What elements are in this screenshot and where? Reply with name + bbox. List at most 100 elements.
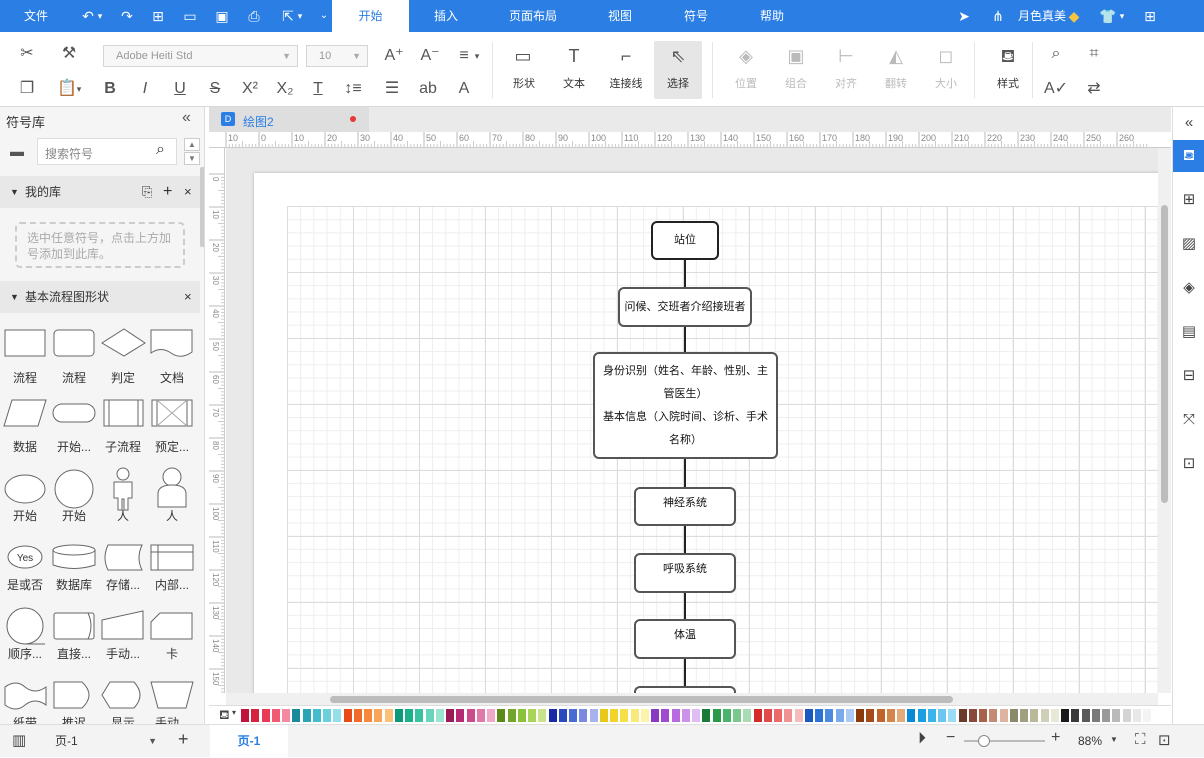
- color-swatch[interactable]: [1030, 709, 1039, 722]
- vertical-scrollbar[interactable]: [1158, 148, 1171, 693]
- manual-operation-shape[interactable]: [150, 681, 194, 709]
- undo-dropdown-icon[interactable]: ▾: [94, 6, 106, 26]
- color-swatch[interactable]: [487, 709, 495, 722]
- shape-button-label[interactable]: 形状: [499, 75, 549, 91]
- color-swatch[interactable]: [497, 709, 506, 722]
- tab-symbol[interactable]: 符号: [674, 0, 718, 32]
- color-swatch[interactable]: [528, 709, 536, 722]
- color-swatch[interactable]: [804, 709, 813, 722]
- color-swatch[interactable]: [569, 709, 577, 722]
- position-icon[interactable]: ◈: [734, 46, 758, 66]
- drawing-page[interactable]: 站位 问候、交班者介绍接班者 身份识别（姓名、年龄、性别、主 管医生） 基本信息…: [254, 173, 1158, 693]
- sequential-access-shape[interactable]: [6, 607, 44, 645]
- color-swatch[interactable]: [897, 709, 905, 722]
- color-swatch[interactable]: [241, 709, 249, 722]
- redo-icon[interactable]: ↷: [117, 6, 137, 26]
- flow-node-identification[interactable]: 身份识别（姓名、年龄、性别、主 管医生） 基本信息（入院时间、诊析、手术 名称）: [593, 352, 778, 459]
- delay-shape[interactable]: [53, 681, 90, 709]
- format-painter-icon[interactable]: ⚒: [57, 44, 81, 64]
- color-swatch[interactable]: [886, 709, 895, 722]
- shape-icon[interactable]: ▭: [511, 46, 535, 66]
- color-swatch[interactable]: [979, 709, 987, 722]
- flow-node-station[interactable]: 站位: [651, 221, 719, 260]
- zoom-out-icon[interactable]: −: [946, 729, 955, 747]
- card-shape[interactable]: [150, 612, 193, 640]
- tab-insert[interactable]: 插入: [424, 0, 468, 32]
- color-swatch[interactable]: [1071, 709, 1080, 722]
- tab-view[interactable]: 视图: [598, 0, 642, 32]
- color-swatch[interactable]: [948, 709, 957, 722]
- page-properties-icon[interactable]: ▤: [1173, 316, 1204, 348]
- color-swatch[interactable]: [784, 709, 793, 722]
- connector-button-label[interactable]: 连接线: [601, 75, 651, 91]
- zoom-dropdown-icon[interactable]: ▼: [1110, 735, 1118, 744]
- data-shape[interactable]: [3, 399, 47, 427]
- color-swatch[interactable]: [394, 709, 403, 722]
- export-dropdown-icon[interactable]: ▾: [294, 6, 306, 26]
- document-tab[interactable]: D 绘图2: [209, 107, 369, 132]
- color-swatch[interactable]: [968, 709, 977, 722]
- line-spacing-icon[interactable]: ↕≡: [341, 79, 365, 99]
- connector-line[interactable]: [684, 326, 686, 354]
- add-page-icon[interactable]: +: [178, 729, 189, 750]
- color-swatch[interactable]: [364, 709, 372, 722]
- fill-color-icon[interactable]: ⛾: [219, 707, 230, 725]
- color-swatch[interactable]: [1143, 709, 1151, 722]
- subprocess-shape[interactable]: [103, 399, 144, 427]
- play-icon[interactable]: ⏵: [918, 730, 926, 748]
- font-grow-icon[interactable]: A⁺: [382, 46, 406, 66]
- image-icon[interactable]: ▨: [1173, 228, 1204, 260]
- flow-node-greeting[interactable]: 问候、交班者介绍接班者: [618, 287, 752, 327]
- vertical-scroll-thumb[interactable]: [1161, 205, 1168, 503]
- italic-icon[interactable]: I: [133, 79, 157, 99]
- color-swatch[interactable]: [425, 709, 434, 722]
- color-swatch[interactable]: [1132, 709, 1141, 722]
- grid-apps-icon[interactable]: ⊞: [1173, 184, 1204, 216]
- tab-page-layout[interactable]: 页面布局: [504, 0, 562, 32]
- color-swatch[interactable]: [1122, 709, 1131, 722]
- stored-data-shape[interactable]: [104, 544, 143, 571]
- replace-shape-icon[interactable]: ⇄: [1082, 79, 1106, 99]
- subscript-icon[interactable]: X₂: [273, 79, 297, 99]
- flip-icon[interactable]: ◭: [884, 46, 908, 66]
- my-library-header[interactable]: ▼ 我的库 ⎘ + ×: [0, 176, 200, 208]
- underline-icon[interactable]: U: [168, 79, 192, 99]
- fill-bucket-icon[interactable]: ⛾: [996, 46, 1020, 66]
- send-icon[interactable]: ➤: [954, 6, 974, 26]
- text-case-icon[interactable]: T̲: [306, 79, 330, 99]
- connector-line[interactable]: [684, 457, 686, 489]
- color-swatch[interactable]: [989, 709, 998, 722]
- color-swatch[interactable]: [958, 709, 967, 722]
- color-swatch[interactable]: [835, 709, 844, 722]
- direct-access-shape[interactable]: [53, 612, 95, 640]
- color-swatch[interactable]: [415, 709, 424, 722]
- color-swatch[interactable]: [333, 709, 342, 722]
- manual-input-shape[interactable]: [101, 610, 144, 640]
- color-swatch[interactable]: [671, 709, 680, 722]
- crop-icon[interactable]: ⌗: [1082, 44, 1106, 64]
- apps-grid-icon[interactable]: ⊞: [1140, 6, 1160, 26]
- expand-panel-icon[interactable]: «: [1173, 107, 1204, 139]
- share-icon[interactable]: ⋔: [988, 6, 1008, 26]
- color-swatch[interactable]: [866, 709, 875, 722]
- menu-file[interactable]: 文件: [14, 0, 58, 32]
- superscript-icon[interactable]: X²: [238, 79, 262, 99]
- color-swatch[interactable]: [405, 709, 413, 722]
- color-swatch[interactable]: [466, 709, 475, 722]
- color-swatch[interactable]: [343, 709, 352, 722]
- color-swatch[interactable]: [753, 709, 762, 722]
- color-swatch[interactable]: [558, 709, 567, 722]
- connector-line[interactable]: [684, 591, 686, 621]
- page-select[interactable]: 页-1 ▼: [47, 729, 163, 753]
- skin-shirt-icon[interactable]: 👕: [1098, 6, 1118, 26]
- color-swatch[interactable]: [507, 709, 516, 722]
- collapse-panel-icon[interactable]: «: [182, 109, 191, 127]
- scroll-up-icon[interactable]: ▲: [184, 138, 200, 151]
- close-icon[interactable]: ×: [184, 281, 192, 313]
- open-folder-icon[interactable]: ▭: [180, 6, 200, 26]
- color-swatch[interactable]: [640, 709, 649, 722]
- strikethrough-icon[interactable]: S: [203, 79, 227, 99]
- find-replace-icon[interactable]: ⌕: [1044, 44, 1068, 64]
- color-swatch[interactable]: [702, 709, 711, 722]
- flow-node-respiratory[interactable]: 呼吸系统: [634, 553, 736, 593]
